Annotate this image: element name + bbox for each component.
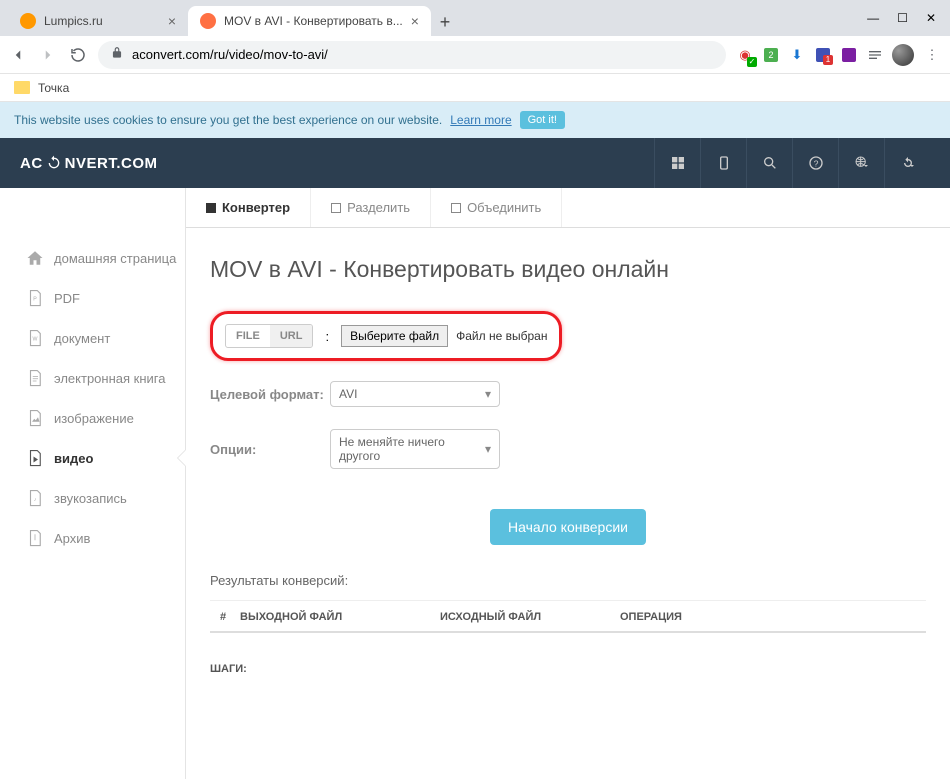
extension-icons: ◉✓ 2 ⬇ 1 ⋮ [736, 44, 942, 66]
back-icon[interactable] [8, 45, 28, 65]
sidebar-item-video[interactable]: видео [26, 438, 185, 478]
square-icon [451, 203, 461, 213]
lock-icon [110, 46, 124, 63]
site-header: AC NVERT.COM ? [0, 138, 950, 188]
url-field[interactable]: aconvert.com/ru/video/mov-to-avi/ [98, 41, 726, 69]
svg-text:W: W [33, 336, 38, 342]
grid-icon[interactable] [654, 138, 700, 188]
col-source: ИСХОДНЫЙ ФАЙЛ [440, 611, 620, 623]
file-input-highlight: FILE URL : Выберите файл Файл не выбран [210, 311, 562, 361]
sidebar-item-home[interactable]: домашняя страница [26, 238, 185, 278]
browser-tab-active[interactable]: MOV в AVI - Конвертировать в... × [188, 6, 431, 36]
format-label: Целевой формат: [210, 387, 330, 402]
favicon [20, 13, 36, 29]
refresh-icon [46, 155, 62, 171]
file-tab[interactable]: FILE [226, 325, 270, 347]
window-controls: — ☐ ✕ [853, 0, 950, 36]
video-icon [26, 449, 44, 467]
cookie-accept-button[interactable]: Got it! [520, 111, 565, 129]
format-select[interactable]: AVI [330, 381, 500, 407]
mobile-icon[interactable] [700, 138, 746, 188]
close-icon[interactable]: × [411, 13, 419, 29]
favicon [200, 13, 216, 29]
extension-icon[interactable] [840, 46, 858, 64]
choose-file-button[interactable]: Выберите файл [341, 325, 448, 347]
reload-icon[interactable] [68, 45, 88, 65]
forward-icon[interactable] [38, 45, 58, 65]
content-tabs: Конвертер Разделить Объединить [186, 188, 950, 228]
sidebar-item-image[interactable]: изображение [26, 398, 185, 438]
language-icon[interactable] [838, 138, 884, 188]
ebook-icon [26, 369, 44, 387]
tab-title: Lumpics.ru [44, 14, 103, 28]
results-header: Результаты конверсий: [210, 573, 926, 588]
extension-icon[interactable]: ⬇ [788, 46, 806, 64]
search-icon[interactable] [746, 138, 792, 188]
col-output: ВЫХОДНОЙ ФАЙЛ [240, 611, 440, 623]
options-select[interactable]: Не меняйте ничего другого [330, 429, 500, 469]
sidebar: домашняя страница PPDF Wдокумент электро… [0, 188, 185, 779]
source-toggle[interactable]: FILE URL [225, 324, 313, 348]
sidebar-item-pdf[interactable]: PPDF [26, 278, 185, 318]
bookmarks-bar: Точка [0, 74, 950, 102]
svg-text:P: P [33, 296, 37, 302]
options-label: Опции: [210, 442, 330, 457]
sidebar-item-audio[interactable]: ♪звукозапись [26, 478, 185, 518]
menu-icon[interactable]: ⋮ [922, 45, 942, 65]
close-window-icon[interactable]: ✕ [926, 11, 936, 25]
extension-icon[interactable]: 2 [762, 46, 780, 64]
svg-text:♪: ♪ [34, 497, 37, 503]
pdf-icon: P [26, 289, 44, 307]
browser-tab-bar: Lumpics.ru × MOV в AVI - Конвертировать … [0, 0, 950, 36]
extension-icon[interactable]: 1 [814, 46, 832, 64]
url-text: aconvert.com/ru/video/mov-to-avi/ [132, 47, 328, 62]
sidebar-item-ebook[interactable]: электронная книга [26, 358, 185, 398]
browser-tab-inactive[interactable]: Lumpics.ru × [8, 6, 188, 36]
image-icon [26, 409, 44, 427]
url-tab[interactable]: URL [270, 325, 313, 347]
col-operation: ОПЕРАЦИЯ [620, 611, 740, 623]
close-icon[interactable]: × [168, 13, 176, 29]
learn-more-link[interactable]: Learn more [450, 113, 511, 127]
extension-icon[interactable]: ◉✓ [736, 46, 754, 64]
cookie-text: This website uses cookies to ensure you … [14, 113, 442, 127]
tab-merge[interactable]: Объединить [431, 188, 562, 227]
results-table-header: # ВЫХОДНОЙ ФАЙЛ ИСХОДНЫЙ ФАЙЛ ОПЕРАЦИЯ [210, 600, 926, 633]
no-file-label: Файл не выбран [456, 329, 547, 343]
minimize-icon[interactable]: — [867, 11, 879, 25]
page-title: MOV в AVI - Конвертировать видео онлайн [210, 256, 926, 283]
profile-avatar[interactable] [892, 44, 914, 66]
new-tab-button[interactable]: + [431, 8, 459, 36]
tab-split[interactable]: Разделить [311, 188, 431, 227]
start-conversion-button[interactable]: Начало конверсии [490, 509, 646, 545]
bookmark-item[interactable]: Точка [38, 81, 69, 95]
svg-text:?: ? [813, 158, 818, 168]
steps-label: ШАГИ: [210, 663, 926, 675]
audio-icon: ♪ [26, 489, 44, 507]
square-icon [331, 203, 341, 213]
sync-icon[interactable] [884, 138, 930, 188]
archive-icon [26, 529, 44, 547]
site-logo[interactable]: AC NVERT.COM [20, 155, 158, 172]
maximize-icon[interactable]: ☐ [897, 11, 908, 25]
folder-icon [14, 81, 30, 94]
cookie-banner: This website uses cookies to ensure you … [0, 102, 950, 138]
square-icon [206, 203, 216, 213]
content-area: Конвертер Разделить Объединить MOV в AVI… [185, 188, 950, 779]
col-number: # [210, 611, 240, 623]
extension-icon[interactable] [866, 46, 884, 64]
address-bar: aconvert.com/ru/video/mov-to-avi/ ◉✓ 2 ⬇… [0, 36, 950, 74]
tab-title: MOV в AVI - Конвертировать в... [224, 14, 403, 28]
home-icon [26, 249, 44, 267]
document-icon: W [26, 329, 44, 347]
sidebar-item-archive[interactable]: Архив [26, 518, 185, 558]
sidebar-item-document[interactable]: Wдокумент [26, 318, 185, 358]
help-icon[interactable]: ? [792, 138, 838, 188]
tab-converter[interactable]: Конвертер [186, 188, 311, 227]
